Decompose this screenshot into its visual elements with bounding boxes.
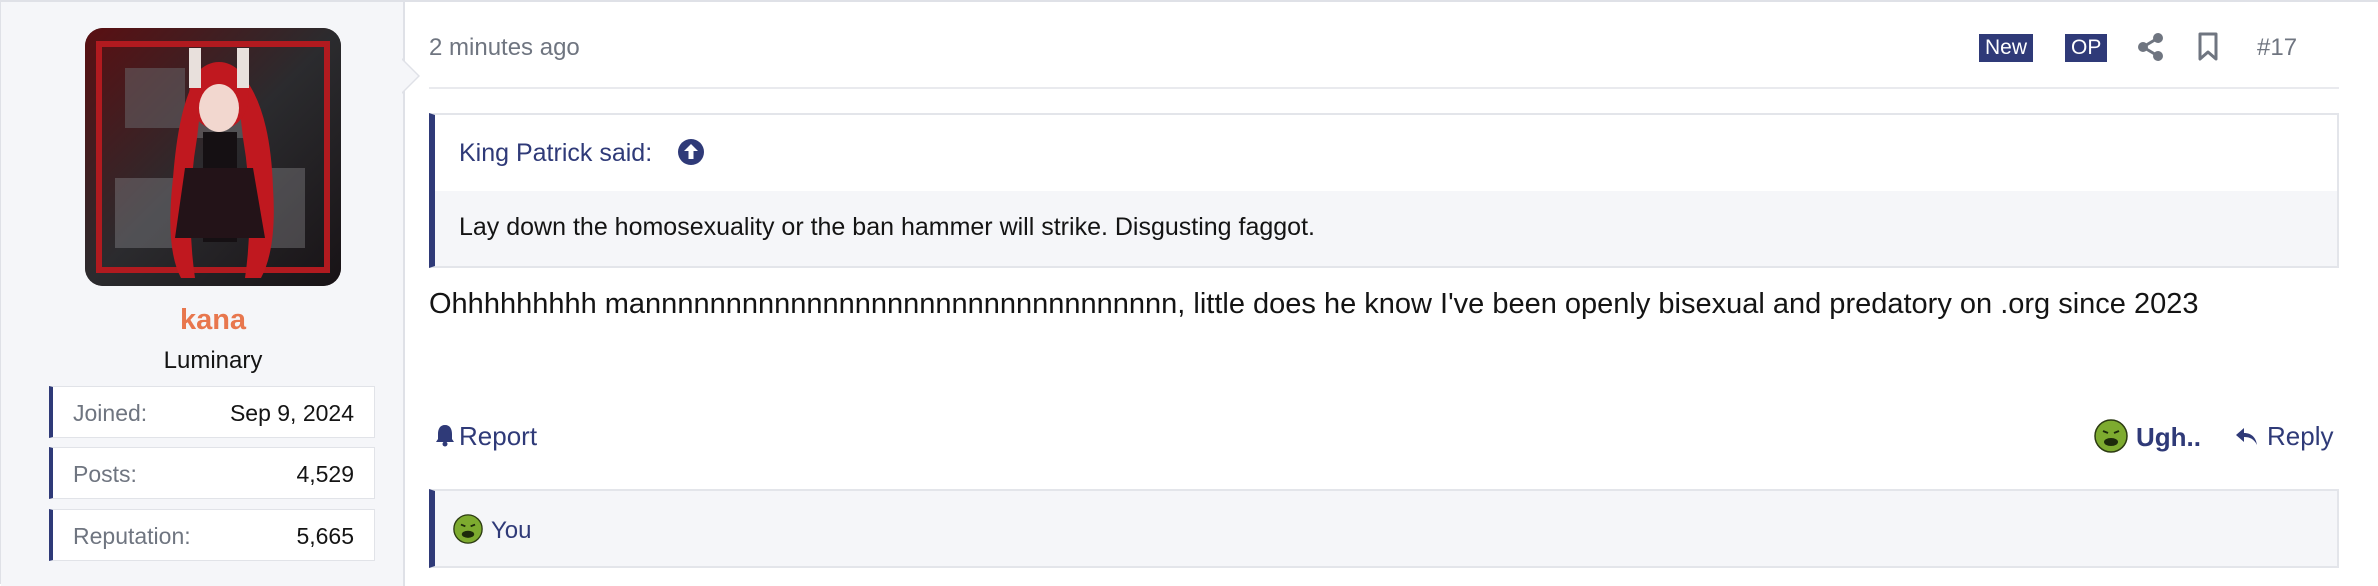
header-divider: [429, 87, 2339, 89]
quote-text: Lay down the homosexuality or the ban ha…: [459, 213, 1315, 241]
new-badge: New: [1979, 34, 2034, 62]
report-button[interactable]: Report: [435, 421, 537, 452]
avatar[interactable]: [85, 28, 341, 286]
quote-block: King Patrick said: Lay down the homosexu…: [429, 113, 2339, 268]
reply-arrow-icon: [2236, 428, 2257, 445]
post-number[interactable]: #17: [2257, 34, 2297, 62]
post-main: 2 minutes ago New OP #17 King Patrick sa…: [429, 2, 2339, 586]
post-timestamp[interactable]: 2 minutes ago: [429, 34, 580, 62]
reply-label: Reply: [2267, 421, 2334, 451]
reaction-label: Ugh..: [2136, 422, 2201, 452]
post-message: Ohhhhhhhhh mannnnnnnnnnnnnnnnnnnnnnnnnnn…: [429, 288, 2199, 320]
stat-value: 5,665: [296, 523, 354, 549]
post-header-actions: New OP #17: [1979, 30, 2339, 66]
reactions-bar[interactable]: You: [429, 489, 2339, 568]
stat-reputation: Reputation: 5,665: [49, 509, 375, 561]
quote-author[interactable]: King Patrick said:: [459, 139, 652, 168]
stat-label: Joined:: [73, 400, 148, 426]
report-label: Report: [459, 421, 538, 451]
stat-posts: Posts: 4,529: [49, 447, 375, 499]
user-arrow-fill: [402, 60, 418, 92]
arrow-up-circle-icon[interactable]: [677, 138, 705, 171]
reply-button[interactable]: Reply: [2235, 421, 2333, 452]
forum-post: kana Luminary Joined: Sep 9, 2024 Posts:…: [0, 0, 2378, 586]
reaction-button[interactable]: Ugh..: [2094, 419, 2201, 453]
stat-joined: Joined: Sep 9, 2024: [49, 386, 375, 438]
user-info-column: kana Luminary Joined: Sep 9, 2024 Posts:…: [1, 2, 405, 586]
bookmark-icon[interactable]: [2197, 32, 2219, 67]
user-title: Luminary: [163, 347, 263, 374]
stat-label: Posts:: [73, 461, 137, 487]
sick-face-icon: [453, 514, 483, 544]
stat-value[interactable]: 4,529: [296, 461, 354, 488]
sick-face-icon: [2094, 419, 2128, 453]
share-icon[interactable]: [2137, 32, 2165, 67]
reactions-list[interactable]: You: [491, 517, 532, 545]
username[interactable]: kana: [1, 304, 425, 337]
bell-icon: [436, 425, 454, 447]
op-badge: OP: [2065, 34, 2108, 62]
quote-content: Lay down the homosexuality or the ban ha…: [435, 191, 2337, 266]
stat-value: Sep 9, 2024: [229, 400, 354, 426]
stat-label: Reputation:: [73, 523, 191, 549]
